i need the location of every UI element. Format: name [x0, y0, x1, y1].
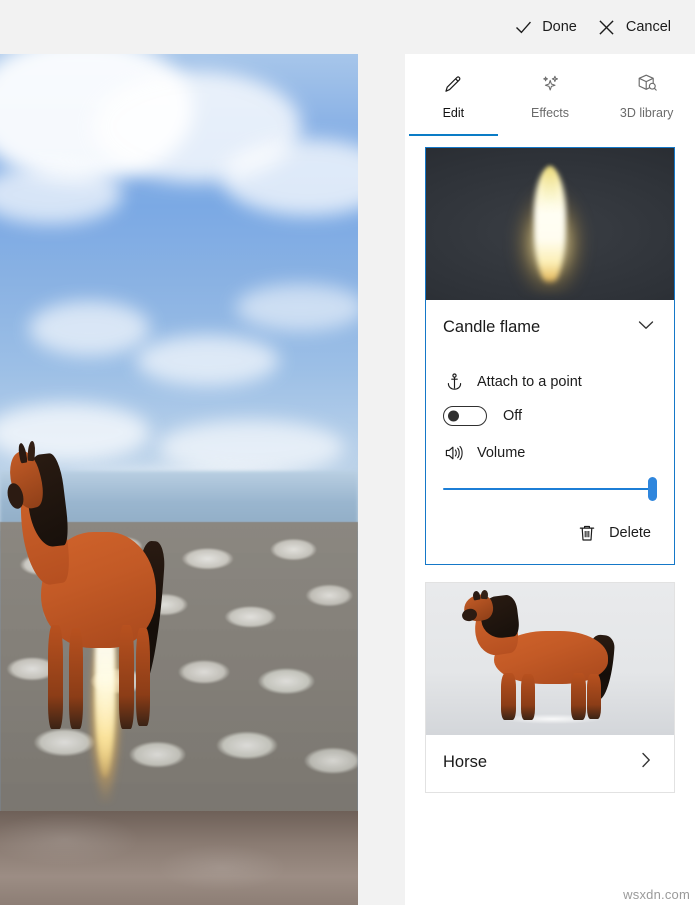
preview-scene — [0, 54, 358, 905]
horse-card-header[interactable]: Horse — [426, 735, 674, 792]
close-x-icon — [597, 17, 617, 37]
speaker-volume-icon — [443, 442, 465, 464]
candle-flame-thumbnail — [426, 148, 674, 300]
trash-icon — [576, 522, 598, 544]
object-card-candle-flame[interactable]: Candle flame Attach to a point Off Volum… — [425, 147, 675, 565]
horse-leg — [587, 674, 602, 719]
horse-leg — [48, 624, 63, 729]
volume-row: Volume — [443, 428, 657, 466]
horse-leg — [501, 673, 516, 721]
horse-leg — [68, 627, 83, 729]
sparkles-icon — [538, 71, 562, 97]
editor-side-panel: Edit Effects 3D library Candle flame Att… — [405, 54, 695, 905]
chevron-right-icon[interactable] — [635, 749, 657, 776]
tab-edit[interactable]: Edit — [405, 54, 502, 136]
tab-effects-label: Effects — [531, 105, 569, 120]
delete-row: Delete — [443, 504, 657, 552]
horse-thumbnail-model — [460, 589, 645, 723]
horse-ear — [480, 589, 489, 600]
horse-leg — [135, 627, 150, 727]
flame-tip — [542, 166, 558, 209]
scene-horse-3d-object[interactable] — [4, 440, 193, 734]
done-button[interactable]: Done — [503, 11, 587, 43]
cancel-button[interactable]: Cancel — [587, 11, 681, 43]
cancel-label: Cancel — [625, 19, 671, 35]
cube-search-icon — [634, 71, 659, 97]
candle-flame-title: Candle flame — [443, 318, 541, 336]
attach-to-point-label: Attach to a point — [477, 374, 582, 390]
cloud — [236, 283, 358, 331]
cloud — [136, 334, 280, 386]
attach-toggle-row: Off — [443, 395, 657, 428]
volume-slider-thumb[interactable] — [648, 477, 657, 501]
attach-to-point-toggle[interactable] — [443, 406, 487, 426]
tab-effects[interactable]: Effects — [502, 54, 599, 136]
volume-slider-track — [443, 487, 649, 491]
horse-title: Horse — [443, 753, 488, 771]
foreground-ground — [0, 811, 358, 905]
attach-toggle-state: Off — [503, 408, 523, 424]
tab-3d-library[interactable]: 3D library — [598, 54, 695, 136]
top-command-bar: Done Cancel — [0, 0, 695, 54]
horse-thumbnail — [426, 583, 674, 735]
done-label: Done — [542, 19, 577, 35]
horse-leg — [118, 624, 134, 729]
video-preview-canvas[interactable] — [0, 54, 358, 905]
anchor-icon — [443, 371, 465, 393]
checkmark-icon — [513, 17, 533, 37]
pencil-icon — [441, 71, 465, 97]
cloud — [28, 300, 151, 357]
candle-flame-header[interactable]: Candle flame — [426, 300, 674, 357]
object-card-list: Candle flame Attach to a point Off Volum… — [405, 136, 695, 793]
tab-3d-library-label: 3D library — [619, 105, 674, 120]
attach-to-point-row: Attach to a point — [443, 357, 657, 395]
watermark: wsxdn.com — [623, 887, 690, 902]
toggle-knob — [448, 410, 459, 422]
chevron-down-icon[interactable] — [635, 314, 657, 341]
tab-edit-label: Edit — [442, 105, 465, 120]
delete-label: Delete — [609, 525, 651, 541]
volume-slider[interactable] — [443, 474, 657, 504]
volume-label: Volume — [477, 445, 526, 461]
horse-leg — [521, 674, 536, 721]
panel-tabstrip: Edit Effects 3D library — [405, 54, 695, 136]
delete-button[interactable]: Delete — [574, 518, 653, 548]
horse-leg — [570, 673, 586, 721]
horse-ear — [471, 590, 481, 601]
object-card-horse[interactable]: Horse — [425, 582, 675, 793]
candle-flame-settings: Attach to a point Off Volume Delete — [426, 357, 674, 564]
app-root: Done Cancel Edit Effects 3D library Cand… — [0, 0, 695, 905]
